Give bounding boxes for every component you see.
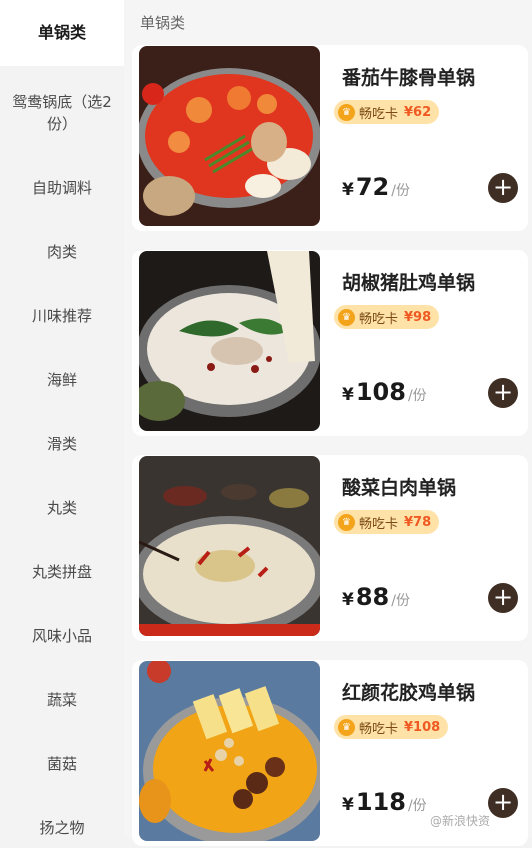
sidebar-item-label: 鸳鸯锅底（选2份） [12,93,112,133]
member-card-price: ¥98 [404,309,432,325]
member-card-label: 畅吃卡 [359,106,399,122]
product-card[interactable]: 胡椒猪肚鸡单锅 ♛ 畅吃卡 ¥98 ¥108/份 + [132,250,528,436]
sidebar-item-ball-platter[interactable]: 丸类拼盘 [0,552,124,592]
sidebar-item-label: 风味小品 [31,627,92,645]
product-image [139,46,320,226]
product-price: ¥72/份 [342,173,410,201]
sidebar-item-label: 扬之物 [39,819,85,837]
plus-icon: + [492,583,514,611]
sidebar-item-vegetables[interactable]: 蔬菜 [0,680,124,720]
plus-icon: + [492,788,514,816]
currency-symbol: ¥ [342,385,354,405]
member-card-badge: ♛ 畅吃卡 ¥62 [334,100,440,124]
sidebar-item-label: 单锅类 [37,23,86,42]
category-sidebar: 单锅类 鸳鸯锅底（选2份） 自助调料 肉类 川味推荐 海鲜 滑类 丸类 丸类拼盘… [0,0,124,838]
price-unit: /份 [407,388,427,404]
product-list: 单锅类 番茄牛膝骨单锅 ♛ 畅吃卡 ¥62 ¥72 /份 + 胡椒猪肚鸡单锅 ♛… [124,0,532,846]
member-card-badge: ♛ 畅吃卡 ¥98 [334,305,440,329]
member-card-badge: ♛ 畅吃卡 ¥108 [334,715,449,739]
plus-icon: + [492,378,514,406]
member-card-price: ¥78 [404,514,432,530]
member-card-badge: ♛ 畅吃卡 ¥78 [334,510,440,534]
price-value: 108 [355,378,406,406]
sidebar-item-label: 蔬菜 [46,691,77,709]
product-name: 胡椒猪肚鸡单锅 [342,272,476,294]
sidebar-item-label: 自助调料 [31,179,92,197]
crown-icon: ♛ [338,513,355,531]
product-price: ¥108/份 [342,378,427,406]
currency-symbol: ¥ [342,795,354,815]
sidebar-item-balls[interactable]: 丸类 [0,488,124,528]
sidebar-item-snacks[interactable]: 风味小品 [0,616,124,656]
price-unit: /份 [391,183,410,199]
product-name: 番茄牛膝骨单锅 [342,67,476,89]
product-name: 酸菜白肉单锅 [342,477,457,499]
currency-symbol: ¥ [342,590,354,610]
sidebar-item-fried[interactable]: 扬之物 [0,808,124,848]
watermark: @新浪快资 [430,814,491,828]
member-card-label: 畅吃卡 [359,721,399,737]
section-title: 单锅类 [140,14,186,32]
sidebar-item-label: 海鲜 [46,371,77,389]
sidebar-item-sauces[interactable]: 自助调料 [0,168,124,208]
add-to-cart-button[interactable]: + [488,173,518,203]
add-to-cart-button[interactable]: + [488,583,518,613]
crown-icon: ♛ [338,718,355,736]
member-card-label: 畅吃卡 [359,516,399,532]
product-price: ¥88/份 [342,583,410,611]
price-value: 118 [355,788,406,816]
sidebar-item-label: 肉类 [46,243,77,261]
sidebar-item-label: 川味推荐 [31,307,92,325]
price-unit: /份 [407,798,427,814]
price-value: 72 [355,173,390,201]
crown-icon: ♛ [338,103,355,121]
product-price: ¥118/份 [342,788,427,816]
sidebar-item-sichuan[interactable]: 川味推荐 [0,296,124,336]
product-image [139,251,320,431]
member-card-price: ¥108 [404,719,441,735]
currency-symbol: ¥ [342,180,354,200]
sidebar-item-label: 滑类 [46,435,77,453]
price-unit: /份 [391,593,410,609]
sidebar-item-seafood[interactable]: 海鲜 [0,360,124,400]
sidebar-item-label: 菌菇 [46,755,77,773]
product-name: 红颜花胶鸡单锅 [342,682,476,704]
member-card-label: 畅吃卡 [359,311,399,327]
sidebar-item-mushrooms[interactable]: 菌菇 [0,744,124,784]
product-card[interactable]: 酸菜白肉单锅 ♛ 畅吃卡 ¥78 ¥88/份 + [132,455,528,641]
add-to-cart-button[interactable]: + [488,788,518,818]
sidebar-item-label: 丸类 [46,499,77,517]
sidebar-item-paste[interactable]: 滑类 [0,424,124,464]
sidebar-item-meat[interactable]: 肉类 [0,232,124,272]
product-image [139,661,320,841]
product-card[interactable]: 番茄牛膝骨单锅 ♛ 畅吃卡 ¥62 ¥72/份 + [132,45,528,231]
plus-icon: + [492,173,514,201]
add-to-cart-button[interactable]: + [488,378,518,408]
sidebar-item-yuanyang-base[interactable]: 鸳鸯锅底（选2份） [0,78,124,148]
member-card-price: ¥62 [404,104,432,120]
sidebar-item-label: 丸类拼盘 [31,563,92,581]
price-value: 88 [355,583,390,611]
product-image [139,456,320,636]
crown-icon: ♛ [338,308,355,326]
sidebar-item-single-pot[interactable]: 单锅类 [0,0,124,66]
